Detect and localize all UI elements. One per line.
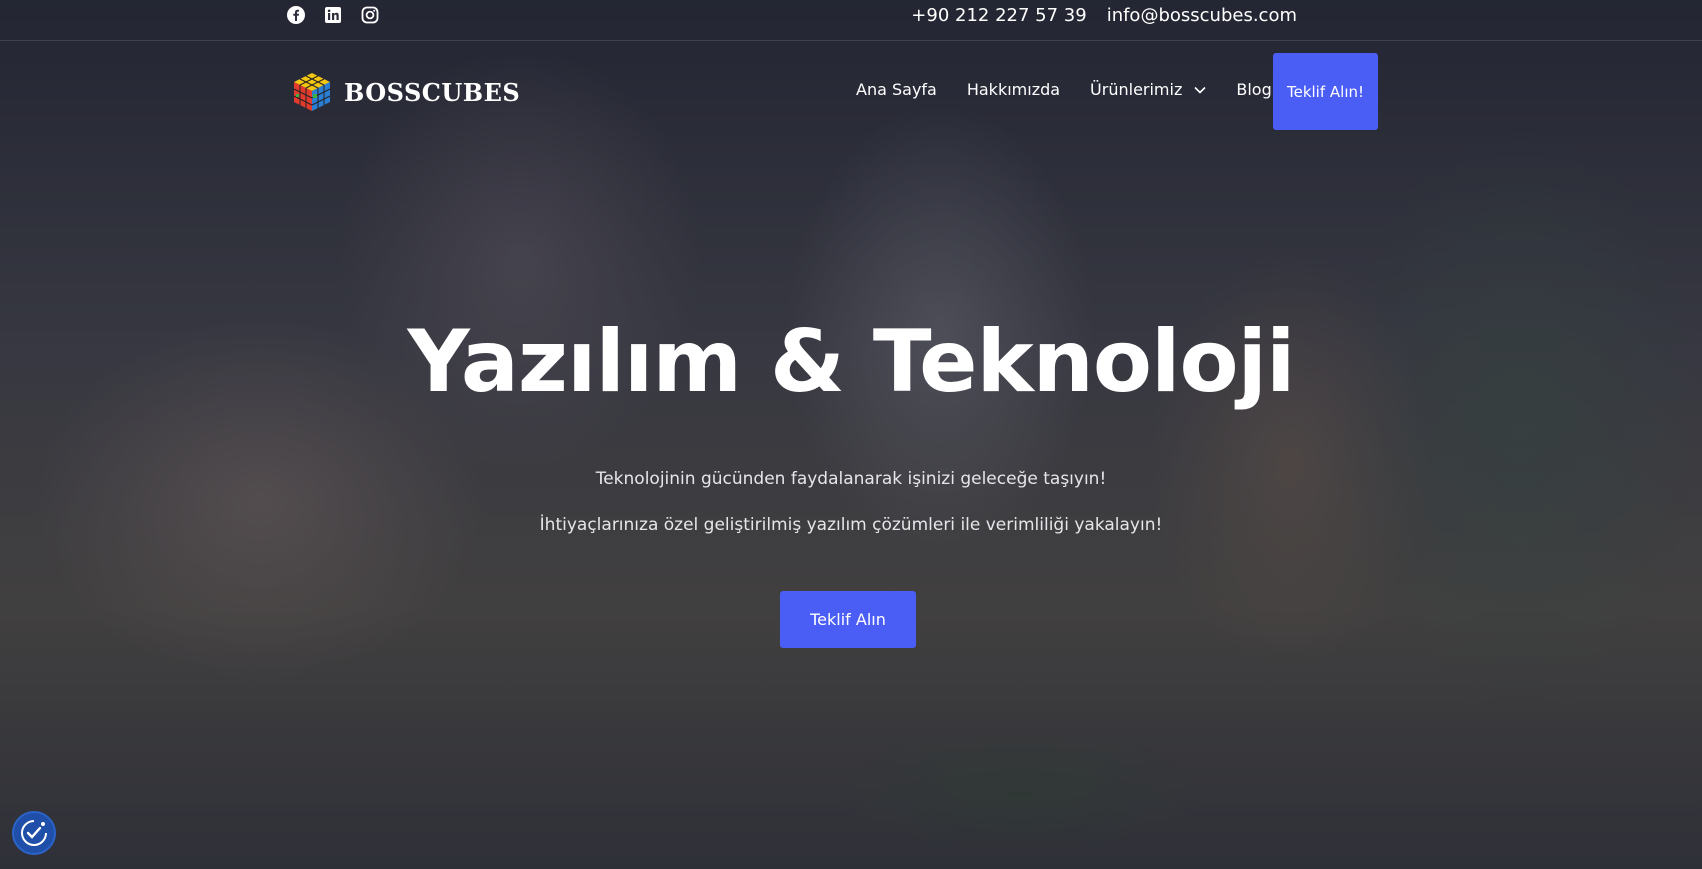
site-logo[interactable]: BOSSCUBES [290,70,520,114]
nav-item-label: Ürünlerimiz [1090,80,1183,99]
phone-link[interactable]: +90 212 227 57 39 [911,5,1086,26]
nav-item-label: Hakkımızda [966,80,1061,99]
cube-logo-icon [293,73,331,111]
nav-item-hakkimizda[interactable]: Hakkımızda [967,80,1060,99]
top-bar: +90 212 227 57 39 info@bosscubes.com [0,0,1702,41]
contact-info: +90 212 227 57 39 info@bosscubes.com [911,5,1297,26]
facebook-icon[interactable] [287,6,305,24]
main-nav: Ana Sayfa Hakkımızda Ürünlerimiz Blog [856,80,1272,99]
nav-item-ana-sayfa[interactable]: Ana Sayfa [856,80,937,99]
hero-background [0,0,1702,869]
linkedin-icon[interactable] [324,6,342,24]
get-quote-hero-button[interactable]: Teklif Alın [780,591,916,648]
social-links [287,6,379,24]
hero-subtitle-1: Teknolojinin gücünden faydalanarak işini… [595,469,1107,489]
chevron-down-icon [1194,86,1206,94]
nav-item-urunlerimiz[interactable]: Ürünlerimiz [1090,80,1206,99]
instagram-icon[interactable] [361,6,379,24]
email-link[interactable]: info@bosscubes.com [1107,5,1297,26]
nav-item-blog[interactable]: Blog [1236,80,1271,99]
accessibility-button[interactable] [12,811,56,855]
brand-name: BOSSCUBES [344,77,521,107]
hero-subtitle-2: İhtiyaçlarınıza özel geliştirilmiş yazıl… [539,515,1163,535]
accessibility-icon [21,820,47,846]
nav-item-label: Blog [1236,80,1272,99]
get-quote-nav-button[interactable]: Teklif Alın! [1273,53,1378,130]
hero-title: Yazılım & Teknoloji [407,312,1296,412]
hero-overlay [0,0,1702,869]
nav-item-label: Ana Sayfa [856,80,937,99]
